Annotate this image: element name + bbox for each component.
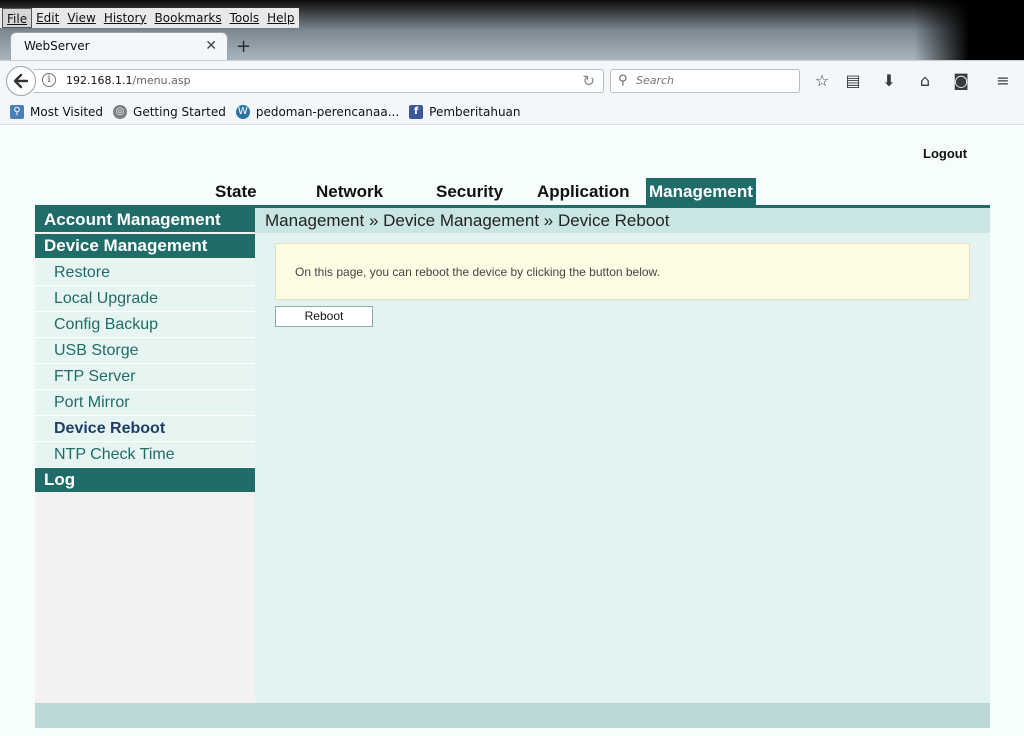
search-input[interactable] <box>636 74 796 87</box>
sidebar-item-ftp-server[interactable]: FTP Server <box>35 364 255 390</box>
url-host: 192.168.1.1 <box>66 74 133 87</box>
menu-help[interactable]: Help <box>263 8 298 28</box>
url-text[interactable]: 192.168.1.1/menu.asp <box>66 74 191 87</box>
logout-link[interactable]: Logout <box>923 146 967 161</box>
menu-history[interactable]: History <box>100 8 151 28</box>
main-content: Management » Device Management » Device … <box>255 208 990 703</box>
reboot-button[interactable]: Reboot <box>275 306 373 327</box>
menu-file[interactable]: File <box>2 8 33 28</box>
menu-bar: File Edit View History Bookmarks Tools H… <box>0 8 299 28</box>
star-icon[interactable]: ☆ <box>812 71 832 90</box>
bookmark-pedoman[interactable]: W pedoman-perencanaa... <box>235 105 400 119</box>
close-icon[interactable]: ✕ <box>205 38 217 54</box>
bookmark-label: Most Visited <box>30 105 104 119</box>
sidebar-item-config-backup[interactable]: Config Backup <box>35 312 255 338</box>
search-box[interactable]: ⚲ <box>610 69 800 93</box>
search-icon: ⚲ <box>618 73 628 88</box>
menu-tools[interactable]: Tools <box>226 8 264 28</box>
sidebar-item-ntp-check-time[interactable]: NTP Check Time <box>35 442 255 468</box>
wordpress-icon: W <box>235 105 250 119</box>
menu-edit[interactable]: Edit <box>32 8 63 28</box>
bookmark-label: Pemberitahuan <box>429 105 521 119</box>
menu-bookmarks[interactable]: Bookmarks <box>151 8 226 28</box>
titlebar-shade <box>914 0 1024 60</box>
navigation-toolbar: i 192.168.1.1/menu.asp ↻ ⚲ ☆ ▤ ⬇ ⌂ ◙ ≡ <box>0 60 1024 100</box>
bookmark-most-visited[interactable]: ⚲ Most Visited <box>10 105 103 119</box>
bookmarks-toolbar: ⚲ Most Visited ◎ Getting Started W pedom… <box>0 100 1024 125</box>
back-button[interactable] <box>6 66 36 96</box>
top-navigation: State Network Security Application Manag… <box>35 178 990 210</box>
tab-application[interactable]: Application <box>537 178 630 205</box>
info-panel: On this page, you can reboot the device … <box>275 243 970 300</box>
tab-management[interactable]: Management <box>646 178 756 205</box>
reading-list-icon[interactable]: ▤ <box>843 71 863 90</box>
new-tab-icon[interactable]: + <box>236 36 251 57</box>
router-web-page: Logout State Network Security Applicatio… <box>0 125 1024 736</box>
browser-titlebar: File Edit View History Bookmarks Tools H… <box>0 0 1024 60</box>
sidebar: Account Management Device Management Res… <box>35 208 255 703</box>
bookmark-label: Getting Started <box>133 105 226 119</box>
sidebar-item-local-upgrade[interactable]: Local Upgrade <box>35 286 255 312</box>
sidebar-item-restore[interactable]: Restore <box>35 260 255 286</box>
tab-network[interactable]: Network <box>316 178 383 205</box>
info-icon[interactable]: i <box>42 73 56 87</box>
reload-icon[interactable]: ↻ <box>582 72 595 90</box>
bookmark-label: pedoman-perencanaa... <box>255 105 400 119</box>
breadcrumb: Management » Device Management » Device … <box>255 208 990 233</box>
tab-title: WebServer <box>24 39 90 53</box>
tab-state[interactable]: State <box>215 178 257 205</box>
footer-bar <box>35 703 990 728</box>
sidebar-group-log[interactable]: Log <box>35 468 255 492</box>
sidebar-item-port-mirror[interactable]: Port Mirror <box>35 390 255 416</box>
download-icon[interactable]: ⬇ <box>879 71 899 90</box>
back-arrow-icon <box>13 73 29 89</box>
url-bar[interactable]: i 192.168.1.1/menu.asp ↻ <box>34 69 604 93</box>
browser-tab[interactable]: WebServer ✕ <box>10 32 228 60</box>
sidebar-item-usb-storge[interactable]: USB Storge <box>35 338 255 364</box>
bookmark-pemberitahuan[interactable]: f Pemberitahuan <box>409 105 521 119</box>
url-path: /menu.asp <box>132 74 191 87</box>
tab-security[interactable]: Security <box>436 178 503 205</box>
sidebar-group-account-management[interactable]: Account Management <box>35 208 255 232</box>
menu-view[interactable]: View <box>63 8 99 28</box>
sidebar-item-device-reboot[interactable]: Device Reboot <box>35 416 255 442</box>
sidebar-group-device-management[interactable]: Device Management <box>35 234 255 258</box>
bookmark-getting-started[interactable]: ◎ Getting Started <box>113 105 226 119</box>
globe-icon: ◎ <box>113 105 128 119</box>
hamburger-menu-icon[interactable]: ≡ <box>993 71 1013 90</box>
facebook-icon: f <box>409 105 424 119</box>
pocket-icon[interactable]: ◙ <box>951 71 971 90</box>
home-icon[interactable]: ⌂ <box>915 71 935 90</box>
most-visited-icon: ⚲ <box>10 105 24 119</box>
info-text: On this page, you can reboot the device … <box>295 265 660 279</box>
